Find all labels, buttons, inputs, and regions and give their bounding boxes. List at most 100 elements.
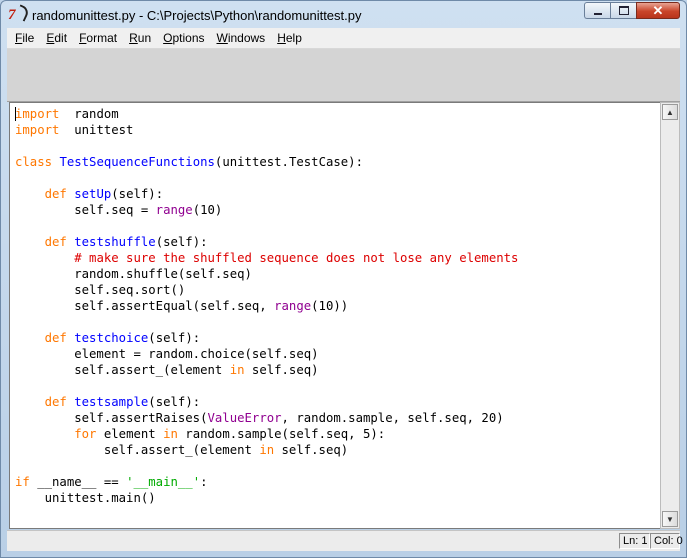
code-line: self.seq = range(10) — [15, 203, 222, 217]
code-text[interactable]: import random import unittest class Test… — [15, 106, 518, 506]
code-token: (unittest.TestCase): — [214, 155, 363, 169]
code-token: random.sample(self.seq, 5): — [177, 427, 386, 441]
code-token: (self): — [111, 187, 164, 201]
title-bar[interactable]: 7 randomunittest.py - C:\Projects\Python… — [1, 1, 686, 29]
code-token: self.seq.sort() — [15, 283, 186, 297]
code-line: def testsample(self): — [15, 395, 201, 409]
scroll-down-button[interactable]: ▼ — [662, 511, 678, 527]
close-icon: ✕ — [652, 2, 664, 18]
code-token: (self): — [155, 235, 208, 249]
tk-feather-icon: 7 — [8, 4, 31, 23]
code-token: testchoice — [74, 331, 149, 345]
code-token: range — [274, 299, 312, 313]
close-button[interactable]: ✕ — [636, 2, 680, 19]
code-token: class — [15, 155, 53, 169]
code-token: self.seq) — [244, 363, 319, 377]
code-token: unittest.main() — [15, 491, 156, 505]
code-editor[interactable]: import random import unittest class Test… — [9, 102, 660, 529]
code-token: import — [15, 123, 60, 137]
code-token: # make sure the shuffled sequence does n… — [74, 251, 519, 265]
code-token: in — [259, 443, 275, 457]
code-line: import random — [15, 107, 119, 121]
code-line: self.assert_(element in self.seq) — [15, 443, 348, 457]
vertical-scrollbar[interactable]: ▲ ▼ — [660, 102, 680, 529]
code-token: def — [44, 187, 67, 201]
code-token: (self): — [148, 331, 201, 345]
code-token: unittest — [59, 123, 134, 137]
window-title: randomunittest.py - C:\Projects\Python\r… — [32, 7, 362, 23]
code-token: def — [44, 331, 67, 345]
menu-bar: File Edit Format Run Options Windows Hel… — [7, 28, 680, 49]
menu-options[interactable]: Options — [159, 31, 208, 45]
code-token: random — [59, 107, 119, 121]
code-token: self.seq) — [274, 443, 349, 457]
code-token: (10)) — [311, 299, 349, 313]
toolbar-area — [7, 49, 680, 102]
menu-help[interactable]: Help — [273, 31, 306, 45]
code-token: import — [15, 107, 60, 121]
code-token: element — [96, 427, 164, 441]
menu-format[interactable]: Format — [75, 31, 121, 45]
code-line: if __name__ == '__main__': — [15, 475, 208, 489]
maximize-button[interactable] — [610, 2, 636, 19]
code-token: setUp — [74, 187, 112, 201]
menu-run[interactable]: Run — [125, 31, 155, 45]
code-token: , random.sample, self.seq, 20) — [281, 411, 504, 425]
scroll-up-button[interactable]: ▲ — [662, 104, 678, 120]
code-token: range — [155, 203, 193, 217]
code-token: self.assertEqual(self.seq, — [15, 299, 275, 313]
code-line: import unittest — [15, 123, 133, 137]
arrow-up-icon: ▲ — [666, 107, 674, 117]
code-token: def — [44, 395, 67, 409]
code-token: '__main__' — [126, 475, 201, 489]
code-line: def testshuffle(self): — [15, 235, 208, 249]
code-line: element = random.choice(self.seq) — [15, 347, 319, 361]
text-cursor — [15, 107, 16, 121]
code-token: self.assertRaises( — [15, 411, 208, 425]
code-token: element = random.choice(self.seq) — [15, 347, 319, 361]
code-line: def setUp(self): — [15, 187, 163, 201]
code-token: testsample — [74, 395, 149, 409]
caption-buttons: ✕ — [584, 2, 680, 19]
minimize-icon — [593, 12, 602, 15]
code-line: unittest.main() — [15, 491, 156, 505]
code-line: random.shuffle(self.seq) — [15, 267, 252, 281]
code-line: self.assertRaises(ValueError, random.sam… — [15, 411, 504, 425]
arrow-down-icon: ▼ — [666, 514, 674, 524]
status-column: Col: 0 — [650, 533, 683, 549]
maximize-icon — [618, 6, 629, 15]
code-line: for element in random.sample(self.seq, 5… — [15, 427, 385, 441]
code-token: testshuffle — [74, 235, 156, 249]
code-token: TestSequenceFunctions — [59, 155, 215, 169]
code-line: class TestSequenceFunctions(unittest.Tes… — [15, 155, 363, 169]
code-line: self.seq.sort() — [15, 283, 185, 297]
code-token: ValueError — [207, 411, 282, 425]
menu-edit[interactable]: Edit — [42, 31, 71, 45]
menu-windows[interactable]: Windows — [213, 31, 270, 45]
code-token: in — [229, 363, 245, 377]
code-token: self.assert_(element — [15, 363, 230, 377]
code-token: : — [200, 475, 208, 489]
code-token: random.shuffle(self.seq) — [15, 267, 252, 281]
code-token: for — [74, 427, 97, 441]
code-line: self.assert_(element in self.seq) — [15, 363, 319, 377]
code-token: in — [163, 427, 178, 441]
code-token: self.assert_(element — [15, 443, 260, 457]
code-line: self.assertEqual(self.seq, range(10)) — [15, 299, 348, 313]
code-token: (10) — [192, 203, 223, 217]
menu-file[interactable]: File — [11, 31, 38, 45]
code-line: def testchoice(self): — [15, 331, 201, 345]
code-token: (self): — [148, 395, 201, 409]
code-token: if — [15, 475, 30, 489]
status-bar: Ln: 1 Col: 0 — [7, 530, 683, 551]
code-token: self.seq = — [15, 203, 156, 217]
status-line: Ln: 1 — [619, 533, 650, 549]
code-token: __name__ == — [29, 475, 127, 489]
minimize-button[interactable] — [584, 2, 610, 19]
